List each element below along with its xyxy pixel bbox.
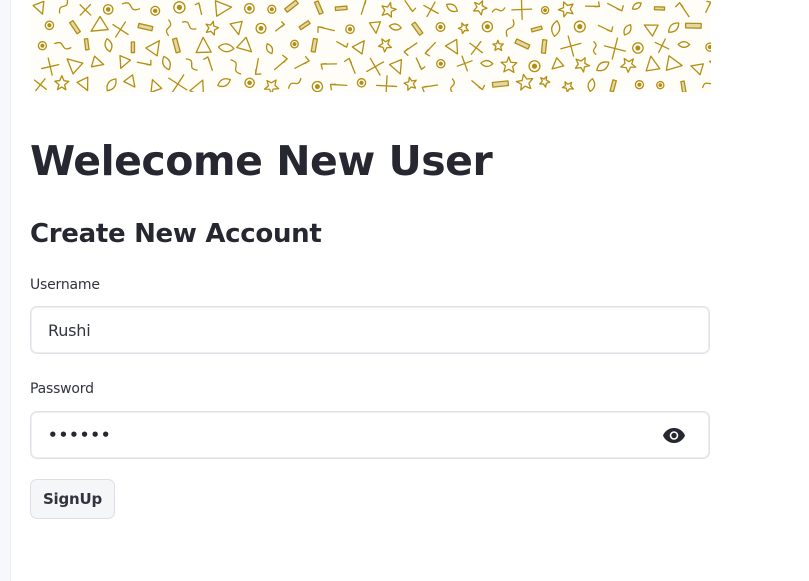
username-label: Username (30, 277, 100, 293)
page-title: Welecome New User (30, 137, 493, 185)
password-label: Password (30, 381, 94, 397)
section-title: Create New Account (30, 219, 322, 249)
doodle-pattern-banner (30, 0, 711, 92)
signup-page: Welecome New User Create New Account Use… (0, 0, 809, 581)
eye-icon[interactable] (662, 423, 686, 447)
password-input-value[interactable]: •••••• (31, 426, 655, 444)
username-input-value[interactable]: Rushi (31, 321, 709, 340)
sidebar-edge (0, 0, 11, 581)
password-input[interactable]: •••••• (30, 411, 710, 459)
show-password-toggle[interactable] (655, 412, 693, 458)
username-input[interactable]: Rushi (30, 306, 710, 354)
banner-pattern-image (30, 0, 711, 92)
signup-button[interactable]: SignUp (30, 479, 115, 519)
